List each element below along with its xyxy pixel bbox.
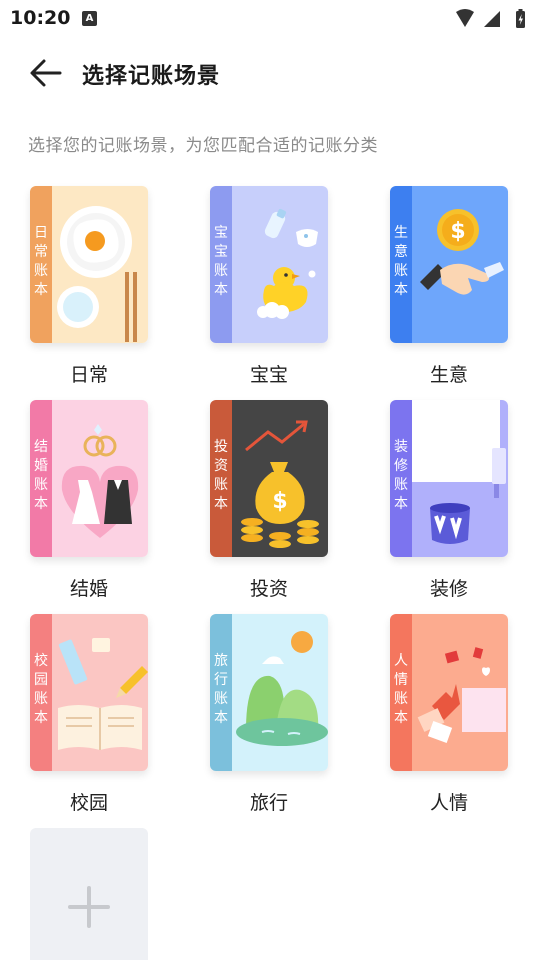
arrow-left-icon bbox=[30, 59, 62, 87]
book-spine: 校园账本 bbox=[30, 614, 52, 771]
book-spine: 生意账本 bbox=[390, 186, 412, 343]
wedding-icon bbox=[61, 424, 139, 538]
investment-icon: $ bbox=[241, 420, 319, 548]
status-bar: 10:20 A bbox=[0, 0, 540, 36]
book-cover-travel[interactable]: 旅行账本 bbox=[210, 614, 328, 771]
baby-icon bbox=[257, 208, 318, 319]
gift-icon bbox=[417, 647, 506, 743]
back-button[interactable] bbox=[26, 56, 66, 90]
book-tile-campus[interactable]: 校园账本 校园 bbox=[30, 614, 150, 814]
book-cover-wedding[interactable]: 结婚账本 bbox=[30, 400, 148, 557]
add-book-button[interactable] bbox=[30, 828, 148, 960]
book-tile-daily[interactable]: 日常账本 日常 bbox=[30, 186, 150, 386]
book-tile-baby[interactable]: 宝宝账本 宝宝 bbox=[210, 186, 330, 386]
plus-icon bbox=[68, 886, 110, 928]
header: 选择记账场景 bbox=[0, 48, 540, 98]
page-title: 选择记账场景 bbox=[82, 64, 221, 89]
book-cover-daily[interactable]: 日常账本 bbox=[30, 186, 148, 343]
book-tile-travel[interactable]: 旅行账本 旅行 bbox=[210, 614, 330, 814]
book-tile-wedding[interactable]: 结婚账本 结婚 bbox=[30, 400, 150, 600]
campus-icon bbox=[58, 638, 148, 750]
book-cover-renovation[interactable]: 装修账本 bbox=[390, 400, 508, 557]
book-label: 人情 bbox=[429, 792, 468, 814]
travel-icon bbox=[236, 631, 328, 746]
subtitle: 选择您的记账场景，为您匹配合适的记账分类 bbox=[28, 136, 378, 156]
book-label: 校园 bbox=[69, 792, 108, 814]
daily-icon bbox=[57, 206, 137, 342]
renovation-icon bbox=[412, 400, 506, 544]
book-label: 投资 bbox=[249, 578, 288, 600]
book-label: 日常 bbox=[69, 364, 108, 386]
book-cover-business[interactable]: 生意账本 $ bbox=[390, 186, 508, 343]
book-label: 旅行 bbox=[249, 792, 288, 814]
book-spine: 投资账本 bbox=[210, 400, 232, 557]
book-cover-campus[interactable]: 校园账本 bbox=[30, 614, 148, 771]
book-spine: 宝宝账本 bbox=[210, 186, 232, 343]
status-icons bbox=[454, 8, 530, 34]
book-label: 结婚 bbox=[69, 578, 108, 600]
book-spine: 日常账本 bbox=[30, 186, 52, 343]
status-time: 10:20 bbox=[10, 7, 71, 29]
book-label: 生意 bbox=[429, 364, 468, 386]
book-label: 装修 bbox=[429, 578, 468, 600]
book-cover-investment[interactable]: 投资账本 $ bbox=[210, 400, 328, 557]
book-spine: 人情账本 bbox=[390, 614, 412, 771]
notification-icon: A bbox=[82, 11, 97, 26]
book-cover-baby[interactable]: 宝宝账本 bbox=[210, 186, 328, 343]
book-label: 宝宝 bbox=[249, 364, 288, 386]
book-tile-renovation[interactable]: 装修账本 装修 bbox=[390, 400, 510, 600]
book-tile-investment[interactable]: 投资账本 $ 投资 bbox=[210, 400, 330, 600]
book-tile-gift[interactable]: 人情账本 人情 bbox=[390, 614, 510, 814]
book-tile-business[interactable]: 生意账本 $ 生意 bbox=[390, 186, 510, 386]
book-spine: 结婚账本 bbox=[30, 400, 52, 557]
signal-battery-icon bbox=[456, 9, 525, 28]
svg-text:$: $ bbox=[450, 219, 465, 244]
business-icon: $ bbox=[420, 209, 504, 295]
svg-text:$: $ bbox=[272, 489, 287, 514]
book-spine: 旅行账本 bbox=[210, 614, 232, 771]
book-cover-gift[interactable]: 人情账本 bbox=[390, 614, 508, 771]
book-spine: 装修账本 bbox=[390, 400, 412, 557]
